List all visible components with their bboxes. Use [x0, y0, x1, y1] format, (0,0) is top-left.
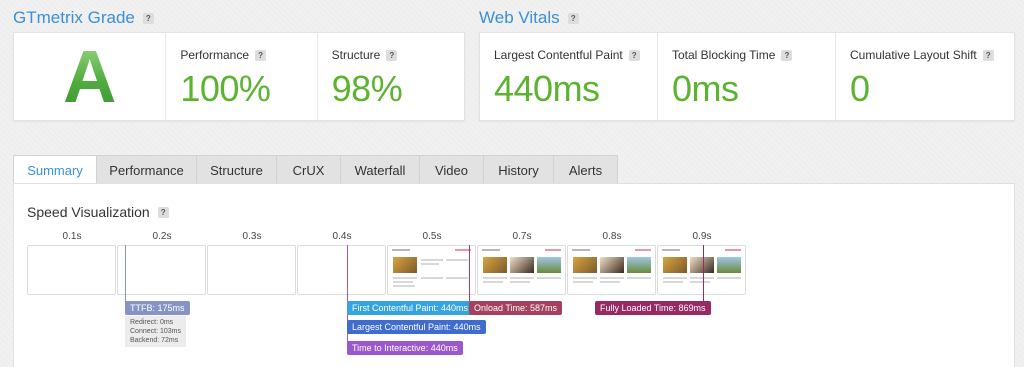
page-thumbnail: [627, 257, 651, 273]
time-tick: 0.3s: [242, 231, 262, 242]
structure-label: Structure: [331, 48, 381, 62]
tab-crux[interactable]: CrUX: [277, 155, 341, 184]
tab-performance[interactable]: Performance: [97, 155, 197, 184]
lcp-label: Largest Contentful Paint: [494, 48, 623, 62]
tbt-value: 0ms: [672, 68, 739, 109]
web-vitals-card: Largest Contentful Paint ? 440ms Total B…: [479, 32, 1015, 121]
grade-letter: A: [62, 35, 117, 118]
time-tick: 0.5s: [422, 231, 442, 242]
tab-waterfall[interactable]: Waterfall: [341, 155, 420, 184]
lcp-metric: Largest Contentful Paint ? 440ms: [480, 33, 657, 120]
filmstrip-frame[interactable]: [567, 245, 656, 295]
help-icon[interactable]: ?: [157, 206, 169, 218]
page-thumbnail: [483, 257, 507, 273]
page-thumbnail: [573, 257, 597, 273]
page-thumbnail: [717, 257, 741, 273]
cls-value: 0: [850, 68, 870, 109]
tbt-label-row: Total Blocking Time ?: [672, 48, 821, 62]
report-tabs: Summary Performance Structure CrUX Water…: [13, 155, 618, 184]
tab-structure[interactable]: Structure: [197, 155, 277, 184]
fcp-label: First Contentful Paint: 440ms: [347, 301, 474, 315]
page-thumbnail: [663, 257, 687, 273]
time-tick: 0.4s: [332, 231, 352, 242]
tab-alerts[interactable]: Alerts: [554, 155, 618, 184]
page-thumbnail: [393, 257, 417, 273]
ttfb-label: TTFB: 175ms: [125, 301, 190, 315]
lcp-value: 440ms: [494, 68, 600, 109]
time-tick: 0.8s: [602, 231, 622, 242]
tab-video[interactable]: Video: [420, 155, 484, 184]
time-tick: 0.1s: [62, 231, 82, 242]
tab-summary[interactable]: Summary: [13, 155, 97, 184]
help-icon[interactable]: ?: [567, 12, 579, 24]
web-vitals-heading: Web Vitals: [479, 8, 560, 27]
time-tick: 0.9s: [692, 231, 712, 242]
performance-metric: Performance ? 100%: [165, 33, 316, 120]
page-thumbnail: [537, 257, 561, 273]
gtmetrix-grade-heading: GTmetrix Grade: [13, 8, 135, 27]
filmstrip-frame[interactable]: [477, 245, 566, 295]
onload-label: Onload Time: 587ms: [469, 301, 563, 315]
structure-metric: Structure ? 98%: [316, 33, 464, 120]
speed-visualization-heading: Speed Visualization: [27, 204, 150, 220]
filmstrip-frame[interactable]: [297, 245, 386, 295]
tbt-label: Total Blocking Time: [672, 48, 776, 62]
onload-marker-line: [469, 245, 470, 303]
ttfb-marker-line: [125, 245, 126, 303]
fully-loaded-marker-line: [703, 245, 704, 303]
summary-panel: Speed Visualization ? 0.1s 0.2s 0.3s 0.4…: [13, 183, 1015, 367]
help-icon[interactable]: ?: [781, 49, 793, 61]
gtmetrix-grade-title: GTmetrix Grade ?: [13, 8, 154, 28]
performance-label: Performance: [180, 48, 250, 62]
time-tick: 0.7s: [512, 231, 532, 242]
structure-label-row: Structure ?: [332, 48, 450, 62]
tbt-metric: Total Blocking Time ? 0ms: [657, 33, 835, 120]
help-icon[interactable]: ?: [628, 49, 640, 61]
grade-cell: A: [14, 33, 165, 120]
filmstrip-frame[interactable]: [27, 245, 116, 295]
performance-label-row: Performance ?: [180, 48, 302, 62]
ttfb-backend: Backend: 72ms: [130, 337, 179, 344]
help-icon[interactable]: ?: [142, 12, 154, 24]
page-thumbnail: [690, 257, 714, 273]
filmstrip-frame[interactable]: [387, 245, 476, 295]
tti-label: Time to Interactive: 440ms: [347, 341, 463, 355]
help-icon[interactable]: ?: [255, 49, 267, 61]
ttfb-breakdown: Redirect: 0ms Connect: 103ms Backend: 72…: [125, 316, 186, 347]
lcp-marker-label: Largest Contentful Paint: 440ms: [347, 320, 486, 334]
cls-label: Cumulative Layout Shift: [850, 48, 977, 62]
cls-label-row: Cumulative Layout Shift ?: [850, 48, 1000, 62]
filmstrip-frame[interactable]: [117, 245, 206, 295]
cls-metric: Cumulative Layout Shift ? 0: [835, 33, 1014, 120]
time-tick: 0.2s: [152, 231, 172, 242]
performance-value: 100%: [180, 68, 271, 109]
filmstrip-frame[interactable]: [207, 245, 296, 295]
lcp-label-row: Largest Contentful Paint ?: [494, 48, 643, 62]
grade-card: A Performance ? 100% Structure ? 98%: [13, 32, 465, 121]
ttfb-redirect: Redirect: 0ms: [130, 319, 174, 326]
ttfb-connect: Connect: 103ms: [130, 328, 181, 335]
page-thumbnail: [600, 257, 624, 273]
fully-loaded-label: Fully Loaded Time: 869ms: [595, 301, 711, 315]
speed-visualization-title: Speed Visualization ?: [27, 204, 169, 220]
tab-history[interactable]: History: [484, 155, 554, 184]
web-vitals-title: Web Vitals ?: [479, 8, 579, 28]
structure-value: 98%: [331, 68, 403, 109]
page-thumbnail: [510, 257, 534, 273]
help-icon[interactable]: ?: [386, 49, 398, 61]
filmstrip-frame[interactable]: [657, 245, 746, 295]
help-icon[interactable]: ?: [982, 49, 994, 61]
